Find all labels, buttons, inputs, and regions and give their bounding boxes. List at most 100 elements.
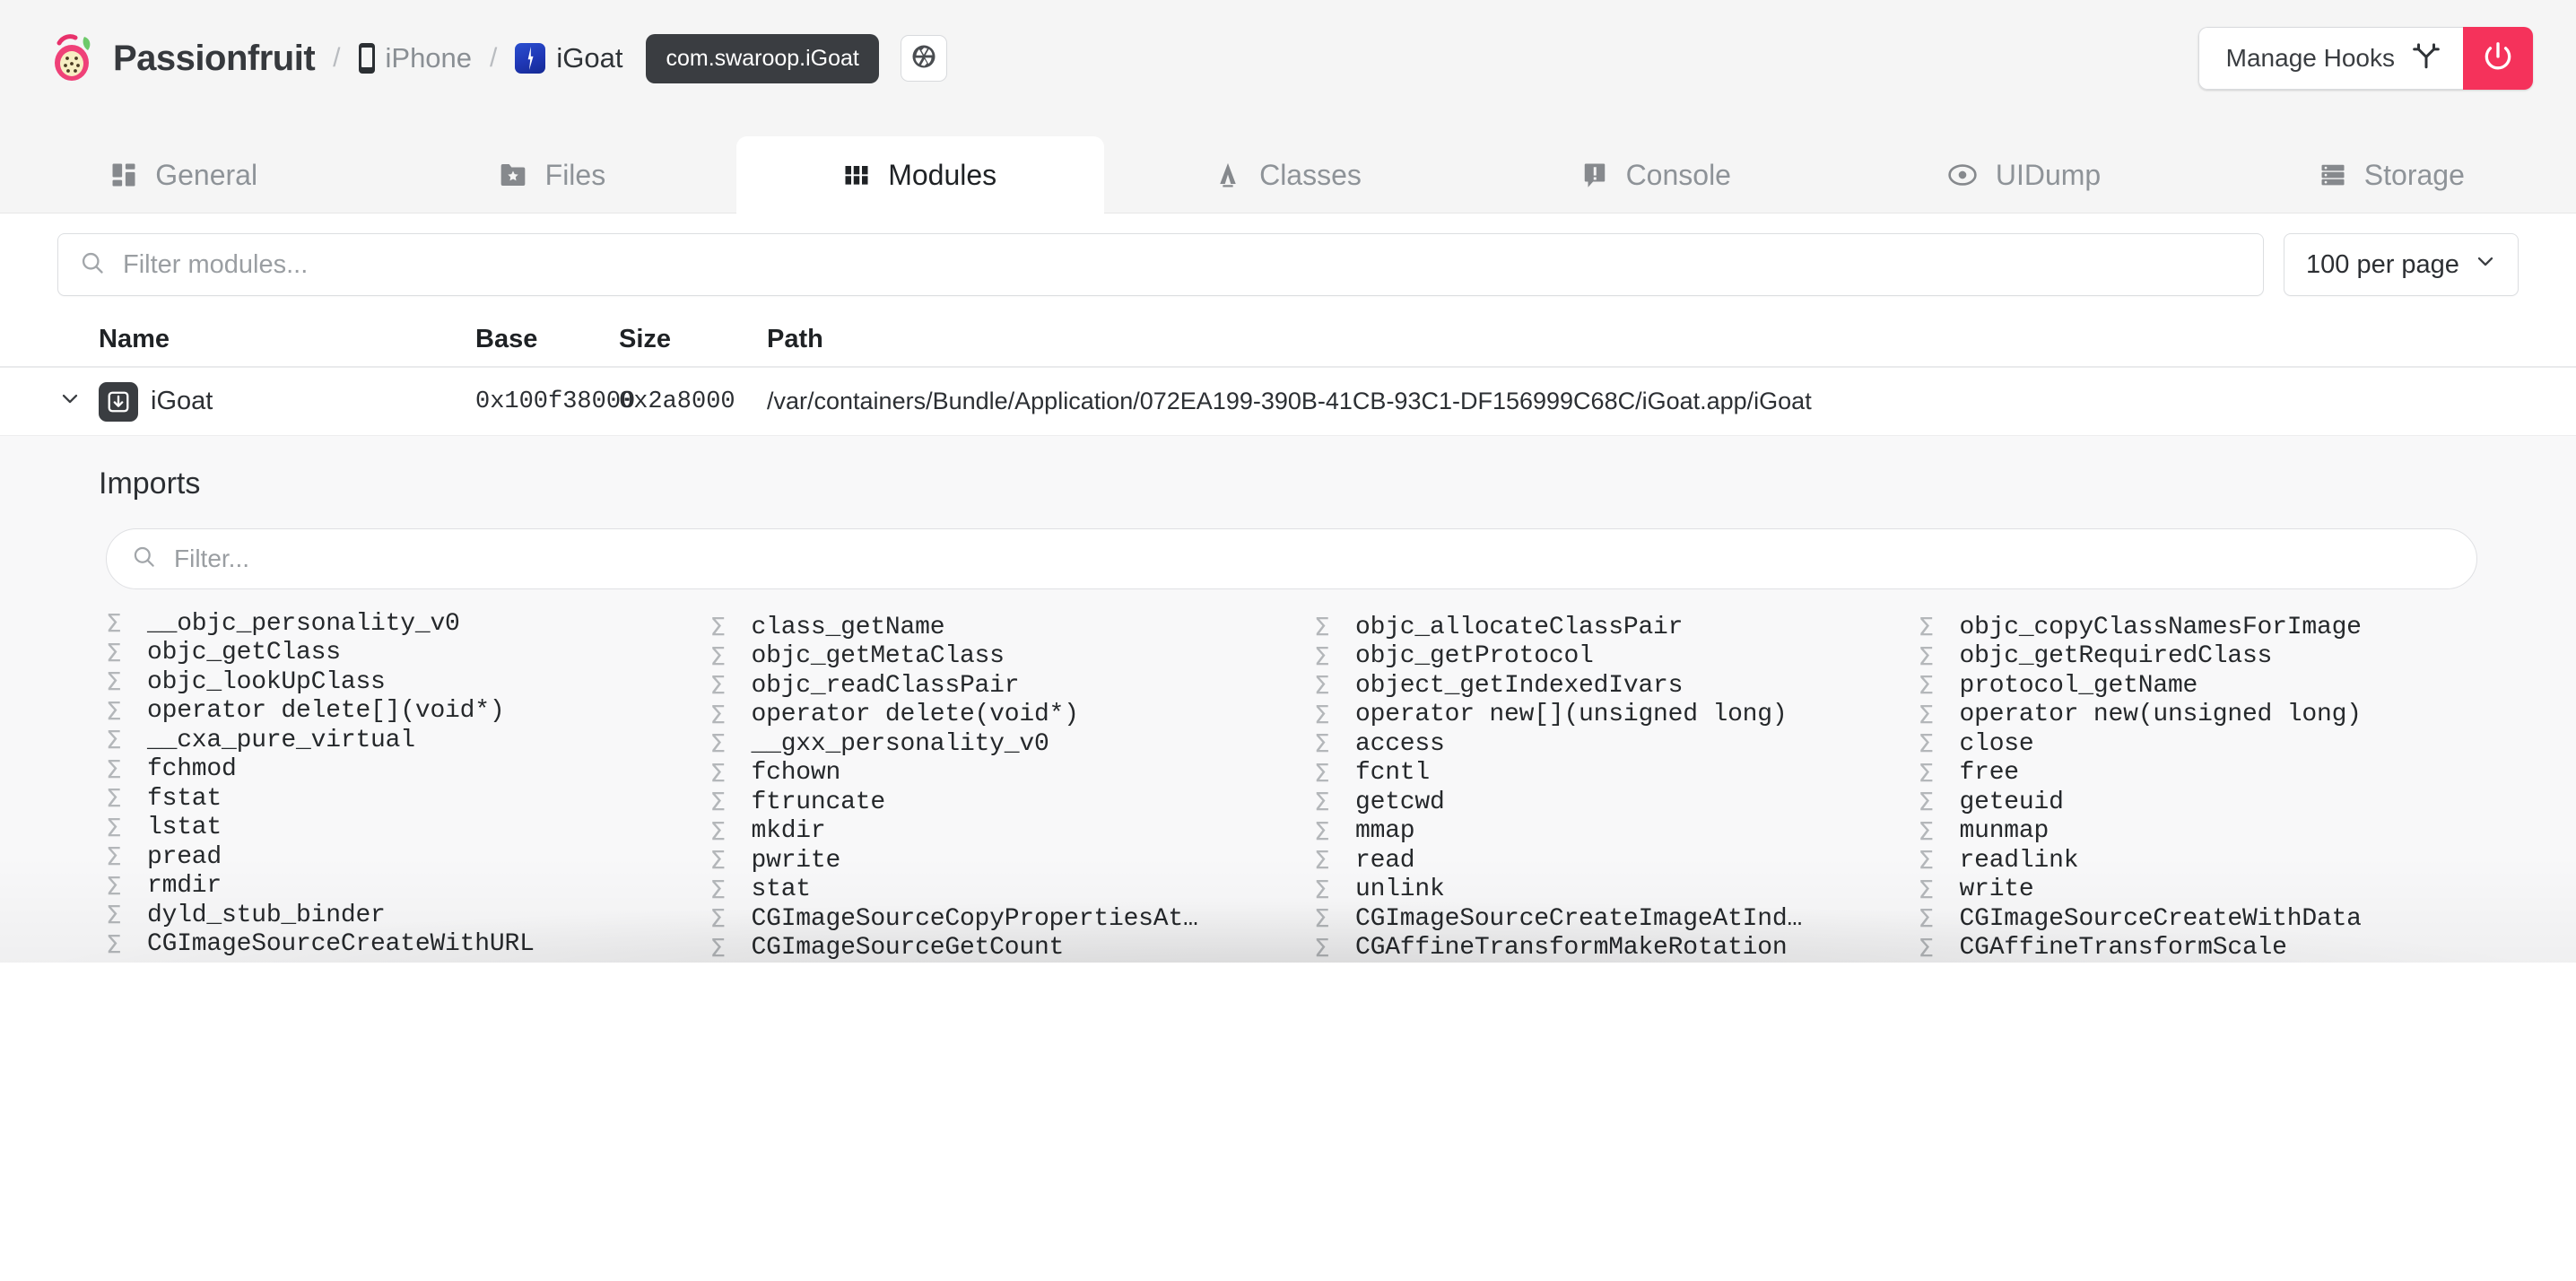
import-item[interactable]: Σ __gxx_personality_v0 (710, 729, 1315, 759)
import-item[interactable]: Σpread (106, 842, 710, 872)
tab-classes[interactable]: Classes (1104, 136, 1472, 214)
import-item[interactable]: Σfchmod (106, 755, 710, 785)
import-item[interactable]: Σftruncate (710, 788, 1315, 817)
brand[interactable]: Passionfruit (48, 33, 316, 83)
import-item[interactable]: Σaccess (1314, 729, 1919, 759)
import-item[interactable]: Σstat (710, 876, 1315, 905)
import-symbol-name: objc_getProtocol (1355, 642, 1594, 671)
sigma-icon: Σ (1314, 612, 1330, 642)
import-item[interactable]: Σfchown (710, 759, 1315, 789)
tab-console[interactable]: Console (1472, 136, 1840, 214)
import-item[interactable]: Σgetcwd (1314, 788, 1919, 817)
imports-search-input[interactable] (174, 545, 2451, 573)
storage-icon (2319, 161, 2346, 188)
import-symbol-name: munmap (1959, 817, 2049, 846)
import-item[interactable]: Σrmdir (106, 872, 710, 902)
sigma-icon: Σ (1918, 728, 1935, 759)
import-item[interactable]: Σfree (1919, 759, 2523, 789)
import-item[interactable]: Σoperator delete(void*) (710, 701, 1315, 730)
import-item[interactable]: Σobject_getIndexedIvars (1314, 671, 1919, 701)
import-item[interactable]: Σlstat (106, 814, 710, 843)
import-item[interactable]: Σobjc_lookUpClass (106, 667, 710, 697)
import-item[interactable]: Σmkdir (710, 817, 1315, 847)
import-item[interactable]: Σobjc_getMetaClass (710, 642, 1315, 672)
import-item[interactable]: Σobjc_readClassPair (710, 671, 1315, 701)
sigma-icon: Σ (709, 757, 727, 788)
row-path-cell: /var/containers/Bundle/Application/072EA… (767, 388, 1812, 414)
import-item[interactable]: Σ CGAffineTransformScale (1919, 934, 2523, 963)
import-item[interactable]: Σunlink (1314, 876, 1919, 905)
tab-files-label: Files (544, 158, 606, 191)
import-symbol-name: fstat (147, 784, 222, 813)
import-symbol-name: objc_copyClassNamesForImage (1959, 613, 2362, 641)
sigma-icon: Σ (106, 695, 122, 726)
import-symbol-name: write (1959, 876, 2034, 904)
bundle-id-badge: com.swaroop.iGoat (646, 33, 879, 83)
import-item[interactable]: Σ CGImageSourceCreateWithURL (106, 930, 710, 960)
import-item[interactable]: Σobjc_getProtocol (1314, 642, 1919, 672)
table-row[interactable]: iGoat 0x100f38000 0x2a8000 /var/containe… (0, 368, 2576, 436)
sigma-icon: Σ (1314, 699, 1330, 729)
dashboard-icon (110, 161, 137, 188)
manage-hooks-button[interactable]: Manage Hooks (2197, 27, 2463, 90)
module-download-icon (99, 381, 138, 422)
import-item[interactable]: Σclose (1919, 729, 2523, 759)
tab-uidump[interactable]: UIDump (1840, 136, 2207, 214)
import-item[interactable]: Σgeteuid (1919, 788, 2523, 817)
breadcrumb-device[interactable]: iPhone (358, 42, 472, 74)
row-expand-toggle[interactable] (57, 386, 99, 417)
column-header-path: Path (767, 324, 823, 353)
breadcrumb-app[interactable]: iGoat (515, 42, 622, 74)
sigma-icon: Σ (106, 667, 122, 697)
tab-storage[interactable]: Storage (2208, 136, 2576, 214)
import-item[interactable]: Σfcntl (1314, 759, 1919, 789)
imports-column-1: Σ __objc_personality_v0 Σobjc_getClass Σobj… (106, 609, 710, 963)
imports-search-box[interactable] (106, 528, 2477, 589)
import-item[interactable]: Σ CGImageSourceCreateImageAtInd… (1314, 904, 1919, 934)
import-item[interactable]: Σobjc_copyClassNamesForImage (1919, 613, 2523, 642)
import-symbol-name: mmap (1355, 817, 1415, 846)
import-item[interactable]: Σoperator delete[](void*) (106, 697, 710, 727)
import-item[interactable]: Σoperator new[](unsigned long) (1314, 701, 1919, 730)
tab-modules[interactable]: Modules (735, 136, 1104, 214)
tab-files[interactable]: Files (368, 136, 735, 214)
import-item[interactable]: Σclass_getName (710, 613, 1315, 642)
import-item[interactable]: Σ CGImageSourceCreateWithData (1919, 904, 2523, 934)
modules-toolbar: 100 per page (0, 214, 2576, 312)
modules-search-input[interactable] (123, 249, 2241, 280)
import-item[interactable]: Σoperator new(unsigned long) (1919, 701, 2523, 730)
import-item[interactable]: Σ CGImageSourceGetCount (710, 934, 1315, 963)
import-symbol-name: free (1959, 759, 2020, 788)
import-symbol-name: fchmod (147, 755, 237, 784)
import-item[interactable]: Σread (1314, 846, 1919, 876)
import-symbol-name: __objc_personality_v0 (147, 609, 460, 638)
breadcrumb-app-label: iGoat (556, 42, 623, 74)
power-button[interactable] (2463, 27, 2533, 90)
import-item[interactable]: Σobjc_getRequiredClass (1919, 642, 2523, 672)
import-item[interactable]: Σ __objc_personality_v0 (106, 609, 710, 639)
sigma-icon: Σ (106, 900, 122, 930)
import-item[interactable]: Σwrite (1919, 876, 2523, 905)
import-item[interactable]: Σdyld_stub_binder (106, 901, 710, 930)
modules-table: Name Base Size Path iGoat 0x100f38000 0x… (0, 312, 2576, 436)
tab-general[interactable]: General (0, 136, 368, 214)
per-page-select[interactable]: 100 per page (2284, 233, 2519, 296)
import-item[interactable]: Σobjc_getClass (106, 639, 710, 668)
modules-search-box[interactable] (57, 233, 2264, 296)
import-item[interactable]: Σreadlink (1919, 846, 2523, 876)
sigma-icon: Σ (1314, 640, 1330, 671)
import-item[interactable]: Σpwrite (710, 846, 1315, 876)
import-item[interactable]: Σfstat (106, 784, 710, 814)
import-item[interactable]: Σ CGImageSourceCopyPropertiesAt… (710, 904, 1315, 934)
import-item[interactable]: Σobjc_allocateClassPair (1314, 613, 1919, 642)
import-item[interactable]: Σmmap (1314, 817, 1919, 847)
import-item[interactable]: Σ CGAffineTransformMakeRotation (1314, 934, 1919, 963)
import-item[interactable]: Σprotocol_getName (1919, 671, 2523, 701)
sigma-icon: Σ (1918, 932, 1935, 963)
import-item[interactable]: Σ __cxa_pure_virtual (106, 726, 710, 755)
import-item[interactable]: Σmunmap (1919, 817, 2523, 847)
sigma-icon: Σ (709, 670, 727, 701)
manage-hooks-label: Manage Hooks (2225, 44, 2395, 72)
snapshot-button[interactable] (900, 35, 947, 82)
sigma-icon: Σ (1314, 874, 1330, 904)
